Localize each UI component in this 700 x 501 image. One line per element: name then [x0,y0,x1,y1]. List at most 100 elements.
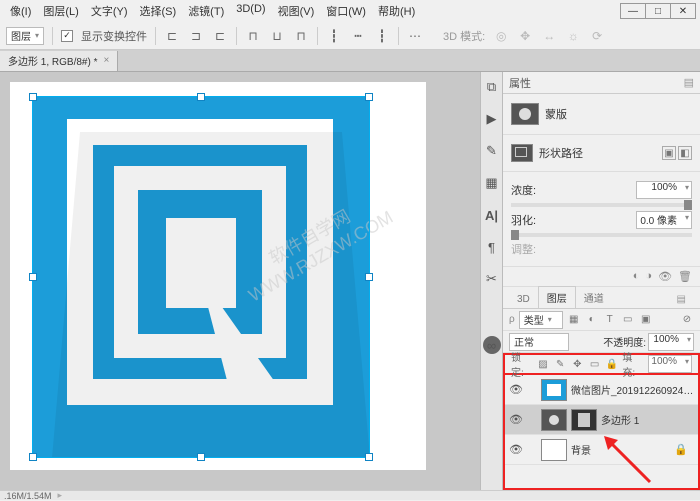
layers-panel-menu-icon[interactable]: ▤ [669,291,694,308]
tab-layers[interactable]: 图层 [538,286,576,308]
trash-icon[interactable]: 🗑 [678,270,692,283]
align-middle-icon[interactable]: ⊔ [269,28,285,44]
filter-smart-icon[interactable]: ▣ [639,313,653,327]
history-icon[interactable]: ⧉ [483,78,501,96]
handle-bm[interactable] [197,453,205,461]
layer-item[interactable]: 👁 背景 🔒 [505,435,698,465]
menu-image[interactable]: 像(I) [4,1,37,21]
canvas[interactable]: 软件自学网 WWW.RJZXW.COM [10,82,426,470]
tab-3d[interactable]: 3D [509,291,538,308]
maximize-button[interactable]: □ [645,3,671,19]
3d-orbit-icon[interactable]: ◎ [493,28,509,44]
layer-name[interactable]: 微信图片_20191226092457 [571,382,694,397]
filter-toggle-icon[interactable]: ⊘ [680,313,694,327]
handle-bl[interactable] [29,453,37,461]
paragraph-icon[interactable]: ¶ [483,238,501,256]
layer-name[interactable]: 背景 [571,442,670,457]
lock-artboard-icon[interactable]: ▭ [588,357,601,371]
layer-name[interactable]: 多边形 1 [601,412,694,427]
layer-mode-dropdown[interactable]: 图层▾ [6,27,44,45]
distribute-h-icon[interactable]: ┇ [326,28,342,44]
filter-adjust-icon[interactable]: ◐ [585,313,599,327]
3d-misc-icon[interactable]: ⟳ [589,28,605,44]
swatches-icon[interactable]: ▦ [483,174,501,192]
density-input[interactable]: 100% [636,181,692,199]
show-transform-checkbox[interactable]: ✓ [61,30,73,42]
close-tab-icon[interactable]: × [103,55,109,66]
lock-image-icon[interactable]: ✎ [554,357,567,371]
distribute-v-icon[interactable]: ┅ [350,28,366,44]
arrow-icon[interactable]: ▶ [483,110,501,128]
invert-mask-icon[interactable]: ◑ [645,270,652,283]
layer-thumbnail[interactable] [541,379,567,401]
distribute-3-icon[interactable]: ┇ [374,28,390,44]
handle-tm[interactable] [197,93,205,101]
visibility-icon[interactable]: 👁 [509,443,523,456]
panel-menu-icon[interactable]: ▤ [684,76,694,89]
handle-br[interactable] [365,453,373,461]
layer-item[interactable]: 👁 微信图片_20191226092457 [505,375,698,405]
menu-3d[interactable]: 3D(D) [230,1,271,21]
feather-slider[interactable] [511,233,692,237]
layer-thumbnail[interactable] [541,439,567,461]
mask-from-selection-icon[interactable]: ◐ [633,270,640,283]
shape-path-label: 形状路径 [539,145,583,161]
path-mode1-icon[interactable]: ▣ [662,146,676,160]
document-tab-title: 多边形 1, RGB/8#) * [8,53,97,68]
visibility-icon[interactable]: 👁 [509,383,523,396]
layer-mask-thumbnail[interactable] [571,409,597,431]
handle-ml[interactable] [29,273,37,281]
menu-window[interactable]: 窗口(W) [320,1,372,21]
align-center-h-icon[interactable]: ⊐ [188,28,204,44]
feather-input[interactable]: 0.0 像素 [636,211,692,229]
menu-text[interactable]: 文字(Y) [85,1,134,21]
fill-input[interactable]: 100% [648,355,692,373]
filter-type-icon[interactable]: T [603,313,617,327]
preview-icon[interactable]: 👁 [658,270,672,283]
lock-all-icon[interactable]: 🔒 [605,357,618,371]
status-text: .16M/1.54M [4,491,52,501]
handle-mr[interactable] [365,273,373,281]
3d-pan-icon[interactable]: ✥ [517,28,533,44]
menu-filter[interactable]: 滤镜(T) [182,1,230,21]
menu-view[interactable]: 视图(V) [272,1,321,21]
path-mode2-icon[interactable]: ◧ [678,146,692,160]
properties-footer: ◐ ◑ 👁 🗑 [503,267,700,287]
blend-mode-dropdown[interactable]: 正常 [509,333,569,351]
layer-thumbnail[interactable] [541,409,567,431]
3d-light-icon[interactable]: ☼ [565,28,581,44]
align-right-icon[interactable]: ⊏ [212,28,228,44]
density-slider[interactable] [511,203,692,207]
more-icon[interactable]: ⋯ [407,28,423,44]
align-top-icon[interactable]: ⊓ [245,28,261,44]
canvas-area[interactable]: 软件自学网 WWW.RJZXW.COM [0,72,480,490]
3d-slide-icon[interactable]: ↔ [541,28,557,44]
menu-select[interactable]: 选择(S) [134,1,183,21]
opacity-input[interactable]: 100% [648,333,694,351]
brush-icon[interactable]: ✎ [483,142,501,160]
align-left-icon[interactable]: ⊏ [164,28,180,44]
menu-bar: 像(I) 图层(L) 文字(Y) 选择(S) 滤镜(T) 3D(D) 视图(V)… [0,0,700,22]
layer-lock-row: 锁定: ▨ ✎ ✥ ▭ 🔒 填充: 100% [503,353,700,375]
layer-item[interactable]: 👁 多边形 1 [505,405,698,435]
lock-position-icon[interactable]: ✥ [571,357,584,371]
lock-transparency-icon[interactable]: ▨ [536,357,549,371]
close-button[interactable]: ✕ [670,3,696,19]
align-bottom-icon[interactable]: ⊓ [293,28,309,44]
tab-channels[interactable]: 通道 [576,287,612,308]
filter-shape-icon[interactable]: ▭ [621,313,635,327]
menu-help[interactable]: 帮助(H) [372,1,421,21]
transform-bounding-box[interactable] [32,96,370,458]
handle-tl[interactable] [29,93,37,101]
document-tab[interactable]: 多边形 1, RGB/8#) * × [0,51,118,71]
layer-filter-type[interactable]: 类型▾ [519,311,563,329]
character-icon[interactable]: A| [483,206,501,224]
properties-panel-header[interactable]: 属性 ▤ [503,72,700,94]
adjustments-icon[interactable]: ✂ [483,270,501,288]
filter-pixel-icon[interactable]: ▦ [567,313,581,327]
cc-libraries-icon[interactable]: ∞ [483,336,501,354]
minimize-button[interactable]: — [620,3,646,19]
menu-layer[interactable]: 图层(L) [37,1,84,21]
handle-tr[interactable] [365,93,373,101]
visibility-icon[interactable]: 👁 [509,413,523,426]
